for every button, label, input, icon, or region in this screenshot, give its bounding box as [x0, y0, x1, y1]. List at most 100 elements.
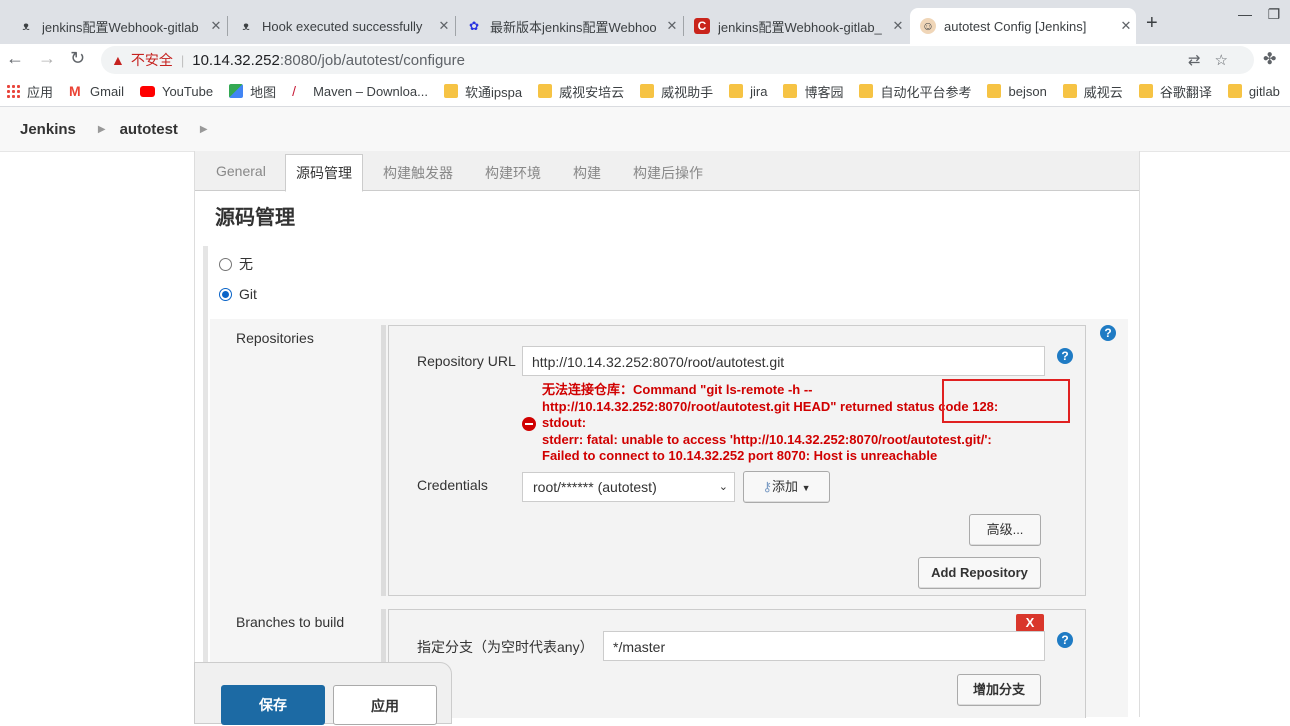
apply-button[interactable]: 应用 — [333, 685, 437, 725]
bookmark-folder[interactable]: 谷歌翻译 — [1138, 82, 1212, 101]
browser-tab-title: jenkins配置Webhook-gitlab_ — [718, 19, 882, 35]
radio-button[interactable] — [219, 257, 232, 271]
bookmark-gmail[interactable]: M Gmail — [69, 84, 124, 99]
repositories-label: Repositories — [236, 330, 314, 346]
bookmark-label: gitlab — [1248, 83, 1280, 99]
csdn-c-icon: C — [694, 18, 710, 34]
add-branch-button[interactable]: 增加分支 — [957, 674, 1041, 706]
translate-icon[interactable]: ⇄ — [1188, 52, 1215, 69]
bookmark-folder[interactable]: jira — [729, 84, 767, 99]
bookmark-youtube[interactable]: YouTube — [139, 84, 213, 99]
new-tab-plus-icon[interactable]: + — [1146, 12, 1158, 35]
help-icon[interactable]: ? — [1100, 325, 1116, 341]
breadcrumb-jenkins[interactable]: Jenkins — [20, 121, 76, 138]
tab-build-triggers[interactable]: 构建触发器 — [383, 163, 453, 183]
browser-tab-active[interactable]: ☺ autotest Config [Jenkins] ✕ — [910, 8, 1136, 44]
chevron-down-icon: ⌄ — [718, 481, 728, 493]
advanced-button[interactable]: 高级... — [969, 514, 1041, 546]
bookmark-label: Gmail — [90, 83, 124, 99]
help-icon[interactable]: ? — [1057, 348, 1073, 364]
tab-build[interactable]: 构建 — [573, 163, 601, 183]
radio-button-selected[interactable] — [219, 287, 232, 301]
tab-general[interactable]: General — [216, 163, 266, 179]
bookmark-folder[interactable]: bejson — [987, 83, 1047, 99]
bookmark-folder[interactable]: 威视助手 — [640, 82, 713, 101]
add-credentials-button[interactable]: ⚷添加 ▼ — [743, 471, 830, 503]
add-repository-button[interactable]: Add Repository — [918, 557, 1041, 589]
scm-none-option[interactable]: 无 — [219, 254, 253, 274]
config-tabs: General 源码管理 构建触发器 构建环境 构建 构建后操作 — [195, 151, 1139, 192]
bookmark-label: 应用 — [27, 84, 54, 100]
bookmark-folder[interactable]: 威视云 — [1062, 82, 1123, 101]
youtube-icon — [139, 85, 155, 97]
scm-git-option[interactable]: Git — [219, 286, 257, 302]
bookmark-maps[interactable]: 地图 — [229, 82, 276, 101]
bookmark-label: Maven – Downloa... — [313, 83, 428, 99]
reload-icon[interactable]: ↻ — [70, 48, 85, 69]
bookmark-label: 自动化平台参考 — [880, 84, 972, 100]
caret-down-icon: ▼ — [801, 483, 811, 493]
repository-url-input[interactable]: http://10.14.32.252:8070/root/autotest.g… — [522, 346, 1045, 376]
omnibox[interactable]: ▲ 不安全 | 10.14.32.252:8080/job/autotest/c… — [101, 46, 1254, 74]
breadcrumb-job[interactable]: autotest — [120, 121, 178, 138]
not-secure-label: 不安全 — [130, 52, 173, 68]
folder-icon — [1062, 84, 1077, 98]
browser-tab[interactable]: ✿ 最新版本jenkins配置Webhoo ✕ — [456, 8, 682, 44]
forward-arrow-icon[interactable]: → — [38, 48, 56, 69]
folder-icon — [538, 84, 553, 98]
delete-branch-button[interactable]: X — [1016, 614, 1044, 632]
bookmark-maven[interactable]: / Maven – Downloa... — [292, 84, 428, 99]
back-arrow-icon[interactable]: ← — [6, 48, 24, 69]
bookmark-folder[interactable]: 自动化平台参考 — [859, 82, 971, 101]
bookmark-folder[interactable]: 博客园 — [783, 82, 843, 101]
credentials-label: Credentials — [417, 477, 488, 493]
highlight-box — [942, 379, 1070, 423]
tab-build-environment[interactable]: 构建环境 — [485, 163, 541, 183]
close-tab-icon[interactable]: ✕ — [1116, 18, 1136, 34]
url-text[interactable]: 10.14.32.252:8080/job/autotest/configure — [192, 52, 465, 69]
close-tab-icon[interactable]: ✕ — [662, 18, 682, 34]
browser-tab[interactable]: ᴥ jenkins配置Webhook-gitlab ✕ — [8, 8, 226, 44]
credentials-select[interactable]: root/****** (autotest) ⌄ — [522, 472, 735, 502]
extensions-puzzle-icon[interactable]: ✤ — [1263, 49, 1276, 69]
minimize-icon[interactable]: — — [1238, 6, 1252, 22]
breadcrumb-chevron-icon[interactable]: ▶ — [98, 124, 106, 135]
branch-specifier-input[interactable]: */master — [603, 631, 1045, 661]
bookmark-apps[interactable]: 应用 — [6, 82, 53, 101]
window-controls[interactable]: — ❐ — [1238, 6, 1280, 23]
browser-tab[interactable]: ᴥ Hook executed successfully ✕ — [228, 8, 454, 44]
maximize-icon[interactable]: ❐ — [1268, 6, 1281, 22]
close-tab-icon[interactable]: ✕ — [888, 18, 908, 34]
bookmark-folder[interactable]: 威视安培云 — [538, 82, 624, 101]
close-tab-icon[interactable]: ✕ — [434, 18, 454, 34]
folder-icon — [640, 84, 655, 98]
error-line: Failed to connect to 10.14.32.252 port 8… — [542, 448, 938, 463]
folder-icon — [443, 84, 458, 98]
bookmark-label: bejson — [1008, 83, 1047, 99]
save-apply-bar: 保存 应用 — [194, 662, 452, 725]
breadcrumb-chevron-icon[interactable]: ▶ — [200, 124, 208, 135]
tab-scm[interactable]: 源码管理 — [285, 154, 363, 192]
baidu-paw-icon: ✿ — [468, 19, 480, 33]
save-button[interactable]: 保存 — [221, 685, 325, 725]
bookmark-label: 地图 — [250, 84, 277, 100]
tab-post-build[interactable]: 构建后操作 — [633, 163, 703, 183]
repository-url-label: Repository URL — [417, 353, 516, 369]
help-icon[interactable]: ? — [1057, 632, 1073, 648]
jenkins-butler-icon: ☺ — [920, 18, 936, 34]
bookmark-star-icon[interactable]: ☆ — [1215, 52, 1242, 69]
close-tab-icon[interactable]: ✕ — [206, 18, 226, 34]
config-panel: General 源码管理 构建触发器 构建环境 构建 构建后操作 源码管理 无 … — [194, 151, 1140, 718]
folder-icon — [987, 84, 1002, 98]
warning-triangle-icon: ▲ — [111, 52, 125, 68]
browser-tab[interactable]: C jenkins配置Webhook-gitlab_ ✕ — [684, 8, 908, 44]
error-line: stderr: fatal: unable to access 'http://… — [542, 431, 992, 447]
bookmark-folder[interactable]: gitlab — [1227, 83, 1280, 99]
branch-specifier-label: 指定分支（为空时代表any） — [417, 639, 594, 655]
folder-icon — [783, 84, 798, 98]
bookmarks-bar: 应用 M Gmail YouTube 地图 / Maven – Downloa...… — [0, 76, 1290, 107]
browser-tab-title: jenkins配置Webhook-gitlab — [42, 19, 199, 35]
credentials-value: root/****** (autotest) — [533, 479, 657, 495]
gmail-icon: M — [69, 83, 81, 99]
bookmark-folder[interactable]: 软通ipspa — [443, 82, 522, 101]
